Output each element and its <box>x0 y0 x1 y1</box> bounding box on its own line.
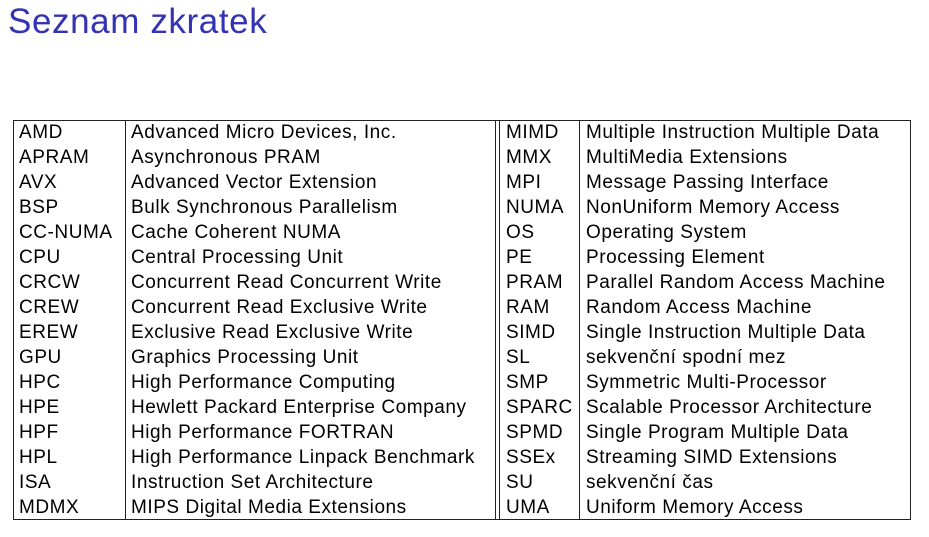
abbreviation: SSEx <box>506 447 556 468</box>
definition: Scalable Processor Architecture <box>586 397 873 418</box>
abbreviation: SIMD <box>506 322 556 343</box>
right-table-row: SL sekvenční spodní mez <box>14 345 910 370</box>
right-table-row: RAM Random Access Machine <box>14 295 910 320</box>
abbreviation: SMP <box>506 372 549 393</box>
right-table-row: NUMA NonUniform Memory Access <box>14 195 910 220</box>
right-table-row: UMA Uniform Memory Access <box>14 495 910 520</box>
definition: Message Passing Interface <box>586 172 829 193</box>
abbreviation: PRAM <box>506 272 564 293</box>
definition: Random Access Machine <box>586 297 812 318</box>
abbreviation: UMA <box>506 497 550 518</box>
definition: Symmetric Multi-Processor <box>586 372 827 393</box>
definition: Single Instruction Multiple Data <box>586 322 866 343</box>
abbreviation: SU <box>506 472 534 493</box>
abbreviation: MMX <box>506 147 552 168</box>
definition: Multiple Instruction Multiple Data <box>586 122 880 143</box>
abbreviation: SPMD <box>506 422 564 443</box>
abbreviation: RAM <box>506 297 550 318</box>
right-table-row: SSEx Streaming SIMD Extensions <box>14 445 910 470</box>
definition: Single Program Multiple Data <box>586 422 849 443</box>
right-table-row: PE Processing Element <box>14 245 910 270</box>
right-table-row: MPI Message Passing Interface <box>14 170 910 195</box>
abbreviation: OS <box>506 222 535 243</box>
definition: sekvenční spodní mez <box>586 347 787 368</box>
right-table-row: SIMD Single Instruction Multiple Data <box>14 320 910 345</box>
slide-title: Seznam zkratek <box>8 2 268 41</box>
abbreviation: MIMD <box>506 122 559 143</box>
right-table-row: SMP Symmetric Multi-Processor <box>14 370 910 395</box>
definition: Parallel Random Access Machine <box>586 272 886 293</box>
definition: MultiMedia Extensions <box>586 147 788 168</box>
definition: Streaming SIMD Extensions <box>586 447 838 468</box>
abbreviation: SL <box>506 347 531 368</box>
abbreviations-table: AMD Advanced Micro Devices, Inc. APRAM Asyn… <box>13 120 911 520</box>
right-table-row: MIMD Multiple Instruction Multiple Data <box>14 120 910 145</box>
right-table-row: OS Operating System <box>14 220 910 245</box>
abbreviation: PE <box>506 247 533 268</box>
right-table-row: PRAM Parallel Random Access Machine <box>14 270 910 295</box>
definition: NonUniform Memory Access <box>586 197 840 218</box>
right-table-row: SPARC Scalable Processor Architecture <box>14 395 910 420</box>
right-table-row: SPMD Single Program Multiple Data <box>14 420 910 445</box>
abbreviation: SPARC <box>506 397 573 418</box>
right-table-row: MMX MultiMedia Extensions <box>14 145 910 170</box>
definition: Uniform Memory Access <box>586 497 804 518</box>
abbreviation: NUMA <box>506 197 565 218</box>
definition: Operating System <box>586 222 747 243</box>
definition: sekvenční čas <box>586 472 714 493</box>
definition: Processing Element <box>586 247 765 268</box>
abbreviation: MPI <box>506 172 542 193</box>
right-table-row: SU sekvenční čas <box>14 470 910 495</box>
